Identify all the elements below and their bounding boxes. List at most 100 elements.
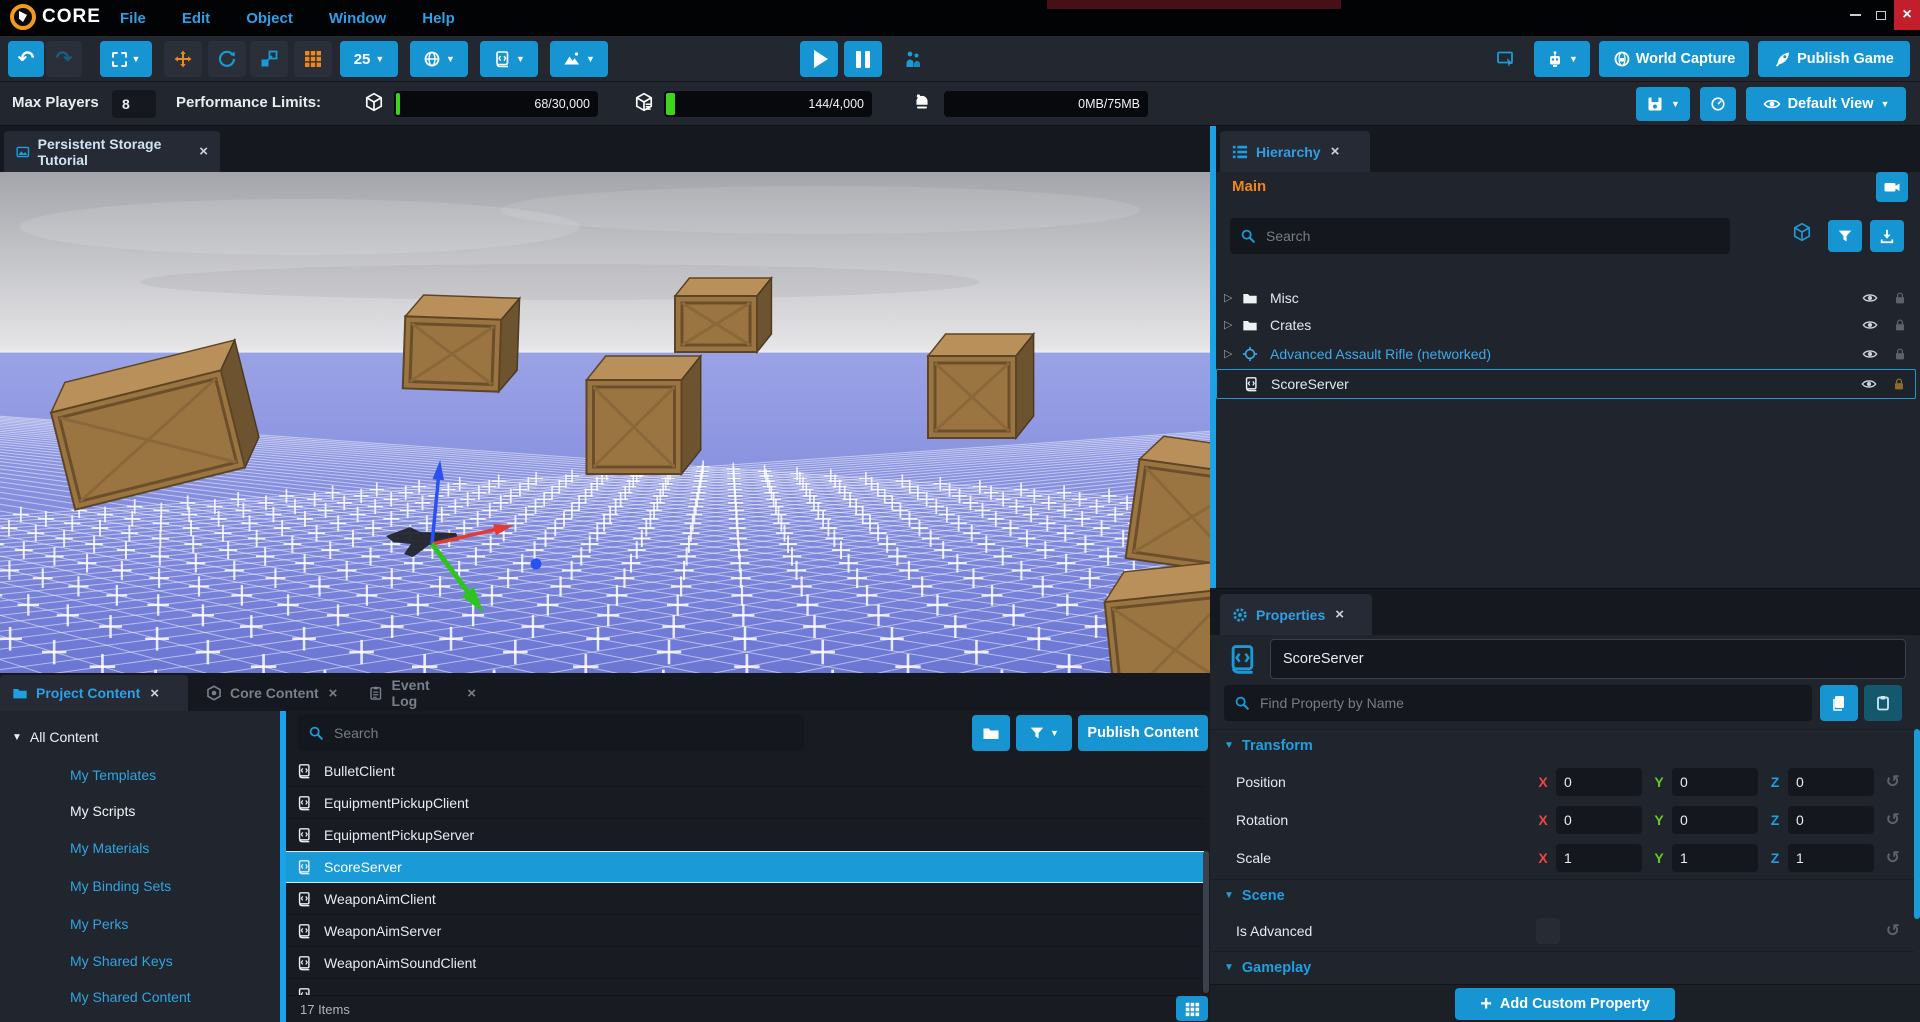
terrain-dropdown[interactable]: ▼ [550,41,608,77]
expander-icon[interactable]: ▷ [1224,291,1238,304]
content-search-input[interactable] [332,724,794,742]
tab-properties[interactable]: Properties × [1220,594,1372,635]
publish-game-button[interactable]: Publish Game [1758,41,1910,77]
close-icon[interactable]: × [150,685,159,702]
sidebar-item-my-materials[interactable]: My Materials [70,834,149,862]
section-transform[interactable]: ▼ Transform [1210,729,1914,761]
add-custom-property-button[interactable]: + Add Custom Property [1455,988,1675,1020]
list-item[interactable]: WeaponAimClient [286,883,1204,915]
sidebar-item-all-content[interactable]: ▼ All Content [12,723,98,751]
hierarchy-filter-button[interactable] [1828,220,1862,252]
close-icon[interactable]: × [467,685,476,702]
scale-x-input[interactable] [1556,844,1642,872]
list-item[interactable]: WeaponAimServer [286,915,1204,947]
object-name-input[interactable] [1270,639,1906,679]
position-z-input[interactable] [1788,768,1874,796]
list-item[interactable]: EquipmentPickupClient [286,787,1204,819]
restore-button[interactable] [1868,0,1894,30]
tab-hierarchy[interactable]: Hierarchy × [1220,131,1370,172]
undo-button[interactable]: ↶ [8,41,44,77]
hierarchy-item-crates[interactable]: ▷ Crates [1216,311,1916,338]
scene-name-label[interactable]: Main [1232,178,1266,195]
visibility-eye-icon[interactable] [1862,346,1878,362]
copy-properties-button[interactable] [1820,685,1858,721]
preview-on-device-button[interactable] [1487,41,1525,77]
grid-size-dropdown[interactable]: 25 ▼ [340,41,398,77]
hierarchy-search-input[interactable] [1264,227,1720,245]
hierarchy-item-scoreserver[interactable]: ScoreServer [1216,369,1916,399]
tab-scene[interactable]: Persistent Storage Tutorial × [4,131,220,172]
sidebar-item-my-shared-content[interactable]: My Shared Content [70,983,191,1011]
list-item[interactable]: WeaponAimSoundClient [286,947,1204,979]
cinematic-camera-button[interactable] [1876,172,1908,202]
tab-core-content[interactable]: Core Content × [194,675,352,711]
expander-icon[interactable]: ▷ [1224,347,1238,360]
visibility-eye-icon[interactable] [1861,376,1877,392]
visibility-eye-icon[interactable] [1862,290,1878,306]
close-icon[interactable]: × [1335,606,1344,623]
bot-dropdown[interactable]: ▼ [1534,41,1590,77]
list-item-partial[interactable] [286,979,1204,995]
is-advanced-checkbox[interactable] [1536,918,1560,944]
script-dropdown[interactable]: ▼ [480,41,538,77]
save-dropdown[interactable]: ▼ [1636,87,1690,121]
play-button[interactable] [800,41,838,77]
properties-scrollbar[interactable] [1914,729,1920,919]
sidebar-item-my-perks[interactable]: My Perks [70,910,128,938]
scale-y-input[interactable] [1672,844,1758,872]
lock-icon[interactable] [1892,290,1908,306]
max-players-input[interactable] [112,90,156,118]
scale-tool-button[interactable] [250,41,288,77]
menu-window[interactable]: Window [329,10,386,27]
redo-button[interactable]: ↷ [46,41,82,77]
list-item[interactable]: EquipmentPickupServer [286,819,1204,851]
sidebar-item-my-scripts[interactable]: My Scripts [70,797,135,825]
dynamic-objects-icon[interactable] [1792,222,1812,242]
hierarchy-item-assault-rifle[interactable]: ▷ Advanced Assault Rifle (networked) [1216,340,1916,367]
paste-properties-button[interactable] [1864,685,1902,721]
position-y-input[interactable] [1672,768,1758,796]
select-tool-button[interactable]: ▼ [100,41,152,77]
file-list-scrollbar[interactable] [1203,851,1209,993]
close-icon[interactable]: × [1331,143,1340,160]
performance-gauge-button[interactable] [1700,87,1736,121]
close-icon[interactable]: × [329,685,338,702]
menu-help[interactable]: Help [422,10,455,27]
world-settings-dropdown[interactable]: ▼ [410,41,468,77]
default-view-dropdown[interactable]: Default View ▼ [1746,87,1906,121]
close-icon[interactable]: × [199,143,208,160]
panel-resize-handle[interactable] [1210,126,1216,588]
reset-icon[interactable]: ↺ [1886,848,1900,868]
sidebar-item-my-shared-keys[interactable]: My Shared Keys [70,947,173,975]
menu-object[interactable]: Object [246,10,293,27]
collapse-all-button[interactable] [1870,220,1904,252]
rotation-x-input[interactable] [1556,806,1642,834]
multiplayer-preview-button[interactable] [892,41,934,77]
scale-z-input[interactable] [1788,844,1874,872]
sidebar-item-my-templates[interactable]: My Templates [70,761,156,789]
menu-edit[interactable]: Edit [182,10,210,27]
menu-file[interactable]: File [120,10,146,27]
open-folder-button[interactable] [972,715,1010,751]
rotation-y-input[interactable] [1672,806,1758,834]
expander-icon[interactable]: ▷ [1224,318,1238,331]
content-filter-dropdown[interactable]: ▼ [1016,715,1072,751]
rotation-z-input[interactable] [1788,806,1874,834]
grid-snap-button[interactable] [294,41,332,77]
world-capture-button[interactable]: World Capture [1599,41,1749,77]
lock-icon[interactable] [1892,317,1908,333]
minimize-button[interactable] [1842,0,1868,30]
close-button[interactable]: × [1894,0,1920,30]
hierarchy-item-misc[interactable]: ▷ Misc [1216,284,1916,311]
pause-button[interactable] [844,41,882,77]
grid-view-button[interactable] [1176,996,1208,1021]
publish-content-button[interactable]: Publish Content [1078,715,1208,751]
tab-event-log[interactable]: Event Log × [356,675,488,711]
tab-project-content[interactable]: Project Content × [0,675,188,711]
list-item[interactable]: BulletClient [286,755,1204,787]
section-scene[interactable]: ▼ Scene [1210,879,1914,911]
property-search-input[interactable] [1258,694,1802,712]
position-x-input[interactable] [1556,768,1642,796]
reset-icon[interactable]: ↺ [1886,810,1900,830]
reset-icon[interactable]: ↺ [1886,772,1900,792]
